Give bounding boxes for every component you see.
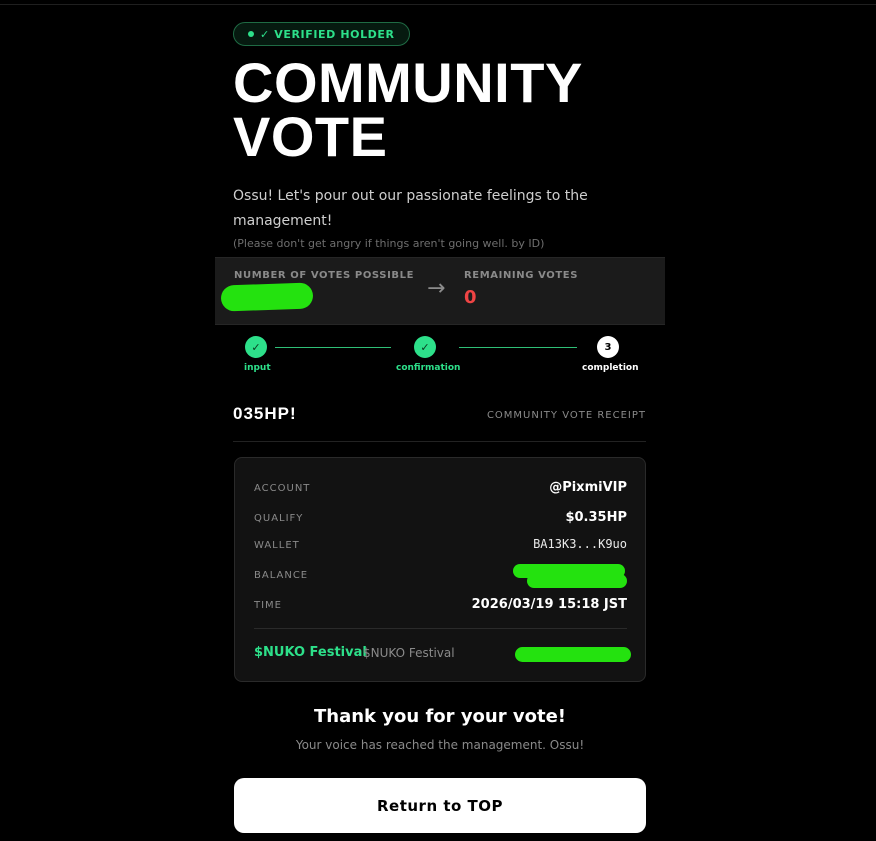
receipt-row-balance: BALANCE (254, 564, 627, 588)
account-label: ACCOUNT (254, 483, 311, 494)
receipt-header-divider (233, 441, 646, 442)
step-input-label: input (244, 363, 271, 373)
account-value: @PixmiVIP (549, 480, 627, 495)
remaining-votes-label: REMAINING VOTES (464, 270, 579, 281)
receipt-row-account: ACCOUNT @PixmiVIP (254, 479, 627, 499)
verified-holder-badge: ✓ VERIFIED HOLDER (233, 22, 410, 46)
qualify-value: $0.35HP (565, 510, 627, 525)
receipt-row-wallet: WALLET BA13K3...K9uo (254, 536, 627, 556)
receipt-row-time: TIME 2026/03/19 15:18 JST (254, 596, 627, 616)
status-dot-icon (248, 31, 254, 37)
badge-label: ✓ VERIFIED HOLDER (260, 27, 395, 41)
time-value: 2026/03/19 15:18 JST (471, 597, 627, 612)
receipt-code: 035HP! (233, 404, 297, 423)
step-input-check-icon: ✓ (245, 336, 267, 358)
step-completion-circle: 3 (597, 336, 619, 358)
token-amount-redaction (515, 647, 631, 662)
step-connector-2 (459, 347, 577, 348)
step-confirmation-label: confirmation (396, 363, 461, 373)
balance-redaction (513, 564, 627, 590)
step-completion-label: completion (582, 363, 639, 373)
card-divider (254, 628, 627, 629)
time-label: TIME (254, 600, 283, 611)
receipt-tag: COMMUNITY VOTE RECEIPT (486, 410, 646, 421)
receipt-header: 035HP! COMMUNITY VOTE RECEIPT (233, 404, 646, 428)
title-line-2: VOTE (233, 105, 388, 168)
token-name: $NUKO Festival (254, 645, 367, 660)
votes-possible-redaction (220, 282, 314, 312)
page-title: COMMUNITY VOTE (233, 51, 653, 168)
return-to-top-button[interactable]: Return to TOP (234, 778, 646, 833)
votes-possible-label: NUMBER OF VOTES POSSIBLE (234, 270, 415, 281)
receipt-row-qualify: QUALIFY $0.35HP (254, 509, 627, 529)
votes-summary-panel: NUMBER OF VOTES POSSIBLE → REMAINING VOT… (215, 257, 665, 325)
page-description: Ossu! Let's pour out our passionate feel… (233, 188, 588, 229)
arrow-right-icon: → (427, 276, 446, 301)
token-subtitle: $NUKO Festival (363, 646, 455, 660)
title-line-1: COMMUNITY (233, 51, 583, 114)
step-connector-1 (275, 347, 391, 348)
progress-stepper: ✓ input ✓ confirmation 3 completion (233, 335, 645, 380)
step-confirmation-check-icon: ✓ (414, 336, 436, 358)
wallet-value: BA13K3...K9uo (533, 537, 627, 551)
qualify-label: QUALIFY (254, 513, 304, 524)
top-divider (0, 4, 876, 5)
token-row: $NUKO Festival $NUKO Festival (254, 644, 631, 664)
remaining-votes-value: 0 (464, 287, 477, 308)
balance-label: BALANCE (254, 570, 309, 581)
thanks-subtitle: Your voice has reached the management. O… (295, 738, 585, 752)
page-note: (Please don't get angry if things aren't… (233, 237, 545, 250)
wallet-label: WALLET (254, 540, 300, 551)
thanks-title: Thank you for your vote! (314, 706, 566, 727)
receipt-card: ACCOUNT @PixmiVIP QUALIFY $0.35HP WALLET… (234, 457, 646, 682)
